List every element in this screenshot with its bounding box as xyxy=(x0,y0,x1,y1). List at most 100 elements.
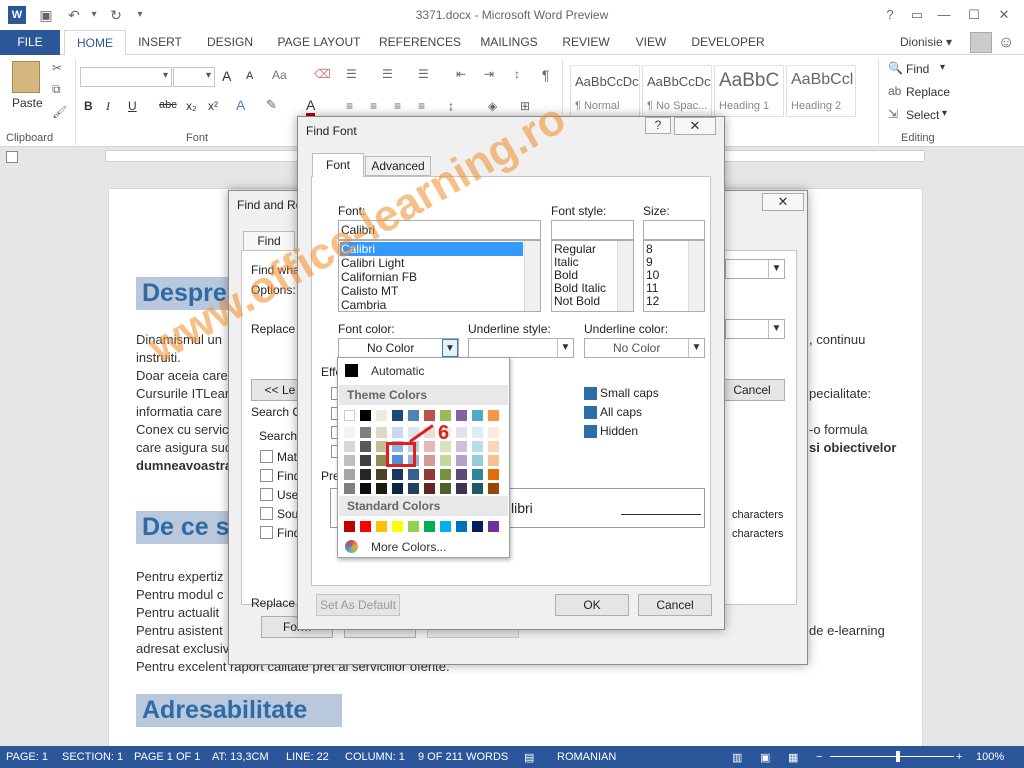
minimize-button[interactable]: — xyxy=(932,5,956,25)
tab-references[interactable]: REFERENCES xyxy=(378,30,462,55)
standard-color-swatch[interactable] xyxy=(456,521,467,532)
italic-button[interactable]: I xyxy=(106,99,110,114)
grow-font-button[interactable]: A xyxy=(222,68,231,84)
find-what-input[interactable]: ▼ xyxy=(725,259,785,279)
decrease-indent-icon[interactable]: ⇤ xyxy=(456,67,466,81)
bold-button[interactable]: B xyxy=(84,99,93,113)
tab-home[interactable]: HOME xyxy=(64,30,126,56)
status-language[interactable]: ROMANIAN xyxy=(557,751,616,763)
chevron-down-icon[interactable]: ▼ xyxy=(557,339,573,357)
size-item[interactable]: 8 xyxy=(646,242,653,256)
find-forms-checkbox[interactable] xyxy=(260,526,273,539)
print-layout-icon[interactable]: ▣ xyxy=(760,751,770,764)
find-replace-close-icon[interactable]: ✕ xyxy=(762,193,804,211)
shrink-font-button[interactable]: A xyxy=(246,70,253,82)
web-layout-icon[interactable]: ▦ xyxy=(788,751,798,764)
clear-formatting-icon[interactable]: ⌫ xyxy=(314,67,331,81)
size-list[interactable]: 8 9 10 11 12 xyxy=(643,240,705,312)
find-dropdown-icon[interactable]: ▾ xyxy=(940,62,945,73)
subscript-button[interactable]: x₂ xyxy=(186,99,197,113)
cancel-button[interactable]: Cancel xyxy=(638,594,712,616)
more-colors-option[interactable]: More Colors... xyxy=(371,540,446,554)
cut-icon[interactable]: ✂ xyxy=(52,61,62,75)
status-page-of[interactable]: PAGE 1 OF 1 xyxy=(134,751,200,763)
standard-color-swatch[interactable] xyxy=(360,521,371,532)
font-list[interactable]: Calibri Calibri Light Californian FB Cal… xyxy=(338,240,541,312)
multilevel-icon[interactable]: ☰ xyxy=(418,67,429,81)
zoom-out-icon[interactable]: − xyxy=(816,751,822,763)
style-normal[interactable]: AaBbCcDc ¶ Normal xyxy=(570,65,640,117)
tab-developer[interactable]: DEVELOPER xyxy=(688,30,768,55)
font-list-scrollbar[interactable] xyxy=(524,241,540,311)
paste-button[interactable]: Paste xyxy=(12,96,43,110)
paste-icon[interactable] xyxy=(12,61,40,93)
size-input[interactable] xyxy=(643,220,705,240)
tab-file[interactable]: FILE xyxy=(0,30,60,55)
tab-design[interactable]: DESIGN xyxy=(200,30,260,55)
increase-indent-icon[interactable]: ⇥ xyxy=(484,67,494,81)
style-heading-1[interactable]: AaBbC Heading 1 xyxy=(714,65,784,117)
shading-icon[interactable]: ◈ xyxy=(488,99,497,113)
center-icon[interactable]: ≡ xyxy=(370,99,377,113)
hidden-checkbox[interactable] xyxy=(584,425,597,438)
font-style-item[interactable]: Bold Italic xyxy=(554,281,606,295)
size-item[interactable]: 10 xyxy=(646,268,659,282)
status-words[interactable]: 9 OF 211 WORDS xyxy=(418,751,508,763)
find-font-close-icon[interactable]: ✕ xyxy=(674,117,716,135)
font-style-item[interactable]: Regular xyxy=(554,242,596,256)
borders-icon[interactable]: ⊞ xyxy=(520,99,530,113)
chevron-down-icon[interactable]: ▼ xyxy=(768,320,784,338)
maximize-button[interactable]: ☐ xyxy=(962,5,986,25)
tab-insert[interactable]: INSERT xyxy=(132,30,188,55)
match-case-checkbox[interactable] xyxy=(260,450,273,463)
style-no-spacing[interactable]: AaBbCcDc ¶ No Spac... xyxy=(642,65,712,117)
ribbon-display-icon[interactable]: ▭ xyxy=(905,5,929,25)
zoom-in-icon[interactable]: + xyxy=(956,751,962,763)
line-spacing-icon[interactable]: ↨ xyxy=(448,99,454,113)
status-section[interactable]: SECTION: 1 xyxy=(62,751,123,763)
status-page[interactable]: PAGE: 1 xyxy=(6,751,48,763)
standard-color-swatch[interactable] xyxy=(440,521,451,532)
superscript-button[interactable]: x² xyxy=(208,99,218,113)
highlight-icon[interactable]: ✎ xyxy=(266,97,277,113)
justify-icon[interactable]: ≡ xyxy=(418,99,425,113)
status-line[interactable]: LINE: 22 xyxy=(286,751,329,763)
tab-font[interactable]: Font xyxy=(312,153,364,177)
font-style-scrollbar[interactable] xyxy=(617,241,633,311)
underline-color-dropdown[interactable]: No Color ▼ xyxy=(584,338,705,358)
font-list-item[interactable]: Cambria xyxy=(341,298,386,312)
user-name[interactable]: Dionisie ▾ xyxy=(900,30,960,55)
zoom-level[interactable]: 100% xyxy=(976,751,1004,763)
help-button[interactable]: ? xyxy=(878,5,902,25)
chevron-down-icon[interactable]: ▼ xyxy=(688,339,704,357)
font-style-list[interactable]: Regular Italic Bold Bold Italic Not Bold xyxy=(551,240,634,312)
tab-page-layout[interactable]: PAGE LAYOUT xyxy=(272,30,366,55)
strikethrough-button[interactable]: abc xyxy=(159,99,177,111)
standard-color-swatch[interactable] xyxy=(424,521,435,532)
font-color-icon[interactable]: A xyxy=(306,97,316,116)
small-caps-checkbox[interactable] xyxy=(584,387,597,400)
show-marks-icon[interactable]: ¶ xyxy=(542,67,550,83)
font-name-combo[interactable] xyxy=(80,67,172,87)
font-size-combo[interactable] xyxy=(173,67,215,87)
zoom-thumb[interactable] xyxy=(896,751,900,762)
find-button[interactable]: Find xyxy=(906,62,929,76)
close-button[interactable]: ✕ xyxy=(992,5,1016,25)
all-caps-checkbox[interactable] xyxy=(584,406,597,419)
standard-color-swatch[interactable] xyxy=(488,521,499,532)
read-mode-icon[interactable]: ▥ xyxy=(732,751,742,764)
align-right-icon[interactable]: ≡ xyxy=(394,99,401,113)
tab-review[interactable]: REVIEW xyxy=(558,30,614,55)
numbering-icon[interactable]: ☰ xyxy=(382,67,393,81)
size-item[interactable]: 11 xyxy=(646,281,658,295)
smiley-icon[interactable]: ☺ xyxy=(998,34,1018,52)
font-color-dropdown[interactable]: No Color ▼ xyxy=(338,338,459,358)
change-case-button[interactable]: Aa xyxy=(272,68,287,82)
zoom-slider[interactable] xyxy=(830,756,954,757)
font-list-item[interactable]: Calibri Light xyxy=(341,256,404,270)
standard-color-swatch[interactable] xyxy=(344,521,355,532)
select-dropdown-icon[interactable]: ▾ xyxy=(942,108,947,119)
standard-color-swatch[interactable] xyxy=(408,521,419,532)
bullets-icon[interactable]: ☰ xyxy=(346,67,357,81)
font-style-item[interactable]: Italic xyxy=(554,255,579,269)
